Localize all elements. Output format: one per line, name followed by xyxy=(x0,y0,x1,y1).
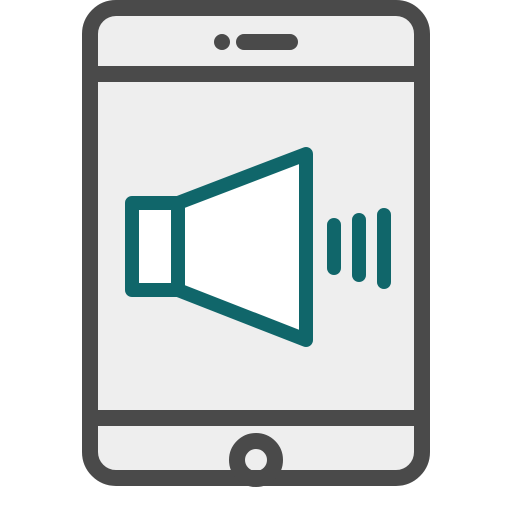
phone-speaker-volume-icon xyxy=(82,0,430,487)
earpiece-slot xyxy=(236,34,298,50)
front-camera-icon xyxy=(214,34,230,50)
icon-canvas xyxy=(0,0,512,512)
